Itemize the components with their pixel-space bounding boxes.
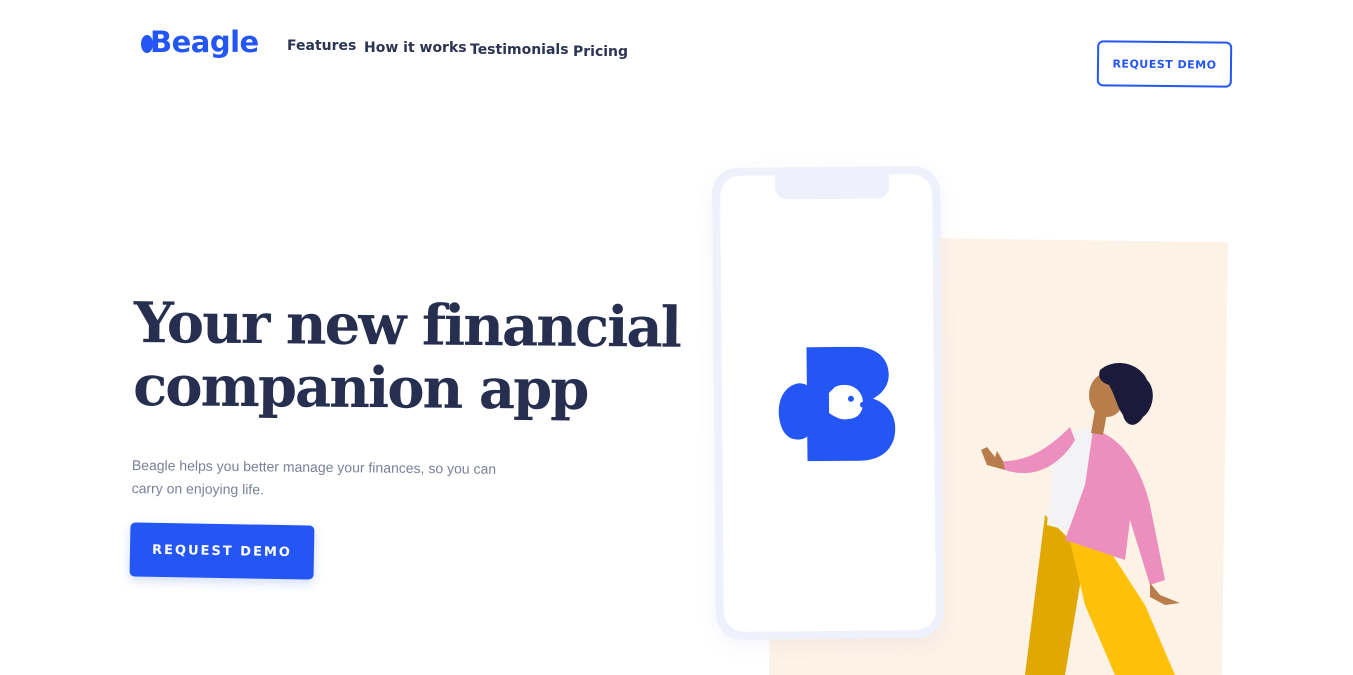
hero-subtitle: Beagle helps you better manage your fina… xyxy=(131,456,497,498)
phone-mockup xyxy=(711,166,945,640)
brand-logo[interactable]: Beagle xyxy=(141,22,259,62)
hero-title-line-2: companion app xyxy=(132,352,588,423)
hero-title-line-1: Your new financial xyxy=(133,290,681,361)
hero-request-demo-button[interactable]: REQUEST DEMO xyxy=(129,522,315,580)
header-request-demo-button[interactable]: REQUEST DEMO xyxy=(1096,40,1233,88)
nav-item-testimonials[interactable]: Testimonials xyxy=(470,42,569,58)
hero-title: Your new financial companion app xyxy=(132,290,694,423)
nav-item-pricing[interactable]: Pricing xyxy=(573,44,628,60)
phone-notch xyxy=(775,174,890,200)
nav-item-how-it-works[interactable]: How it works xyxy=(364,40,467,56)
brand-name: Beagle xyxy=(150,25,259,59)
beagle-b-logo-icon xyxy=(778,346,896,462)
nav-item-features[interactable]: Features xyxy=(287,38,356,54)
phone-screen xyxy=(720,174,936,632)
walking-person-illustration xyxy=(981,362,1180,675)
